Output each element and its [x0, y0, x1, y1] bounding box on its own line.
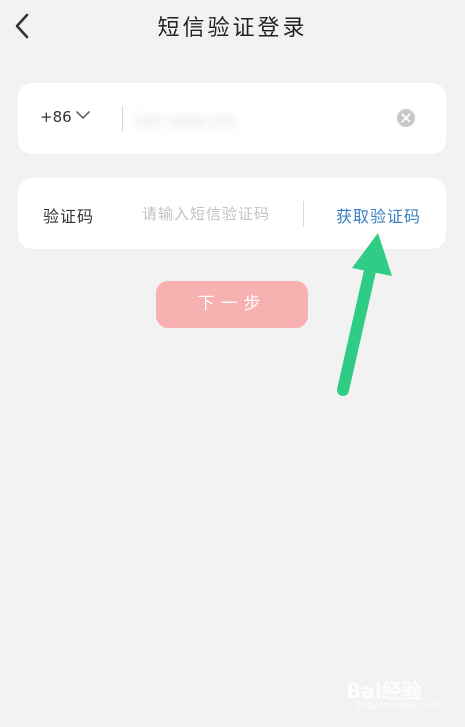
verification-card: 验证码 获取验证码 [18, 178, 446, 249]
header-bar: 短信验证登录 [0, 0, 465, 54]
next-button[interactable]: 下一步 [156, 281, 308, 328]
phone-card: +86 [18, 83, 446, 154]
chevron-down-icon[interactable] [76, 110, 90, 120]
watermark-sub: jingyan.baidu.com [356, 701, 440, 711]
divider [122, 106, 123, 132]
page-title: 短信验证登录 [157, 16, 308, 41]
verification-code-input[interactable] [140, 198, 296, 230]
country-code[interactable]: +86 [40, 108, 72, 126]
verification-label: 验证码 [43, 207, 95, 226]
watermark-logo: Bai经验 [346, 679, 422, 703]
divider [303, 201, 304, 227]
clear-button[interactable] [397, 109, 415, 127]
get-code-button[interactable]: 获取验证码 [336, 203, 421, 227]
watermark: Bai经验 jingyan.baidu.com [344, 671, 454, 719]
phone-number-input[interactable] [132, 99, 238, 141]
close-icon [401, 113, 411, 123]
